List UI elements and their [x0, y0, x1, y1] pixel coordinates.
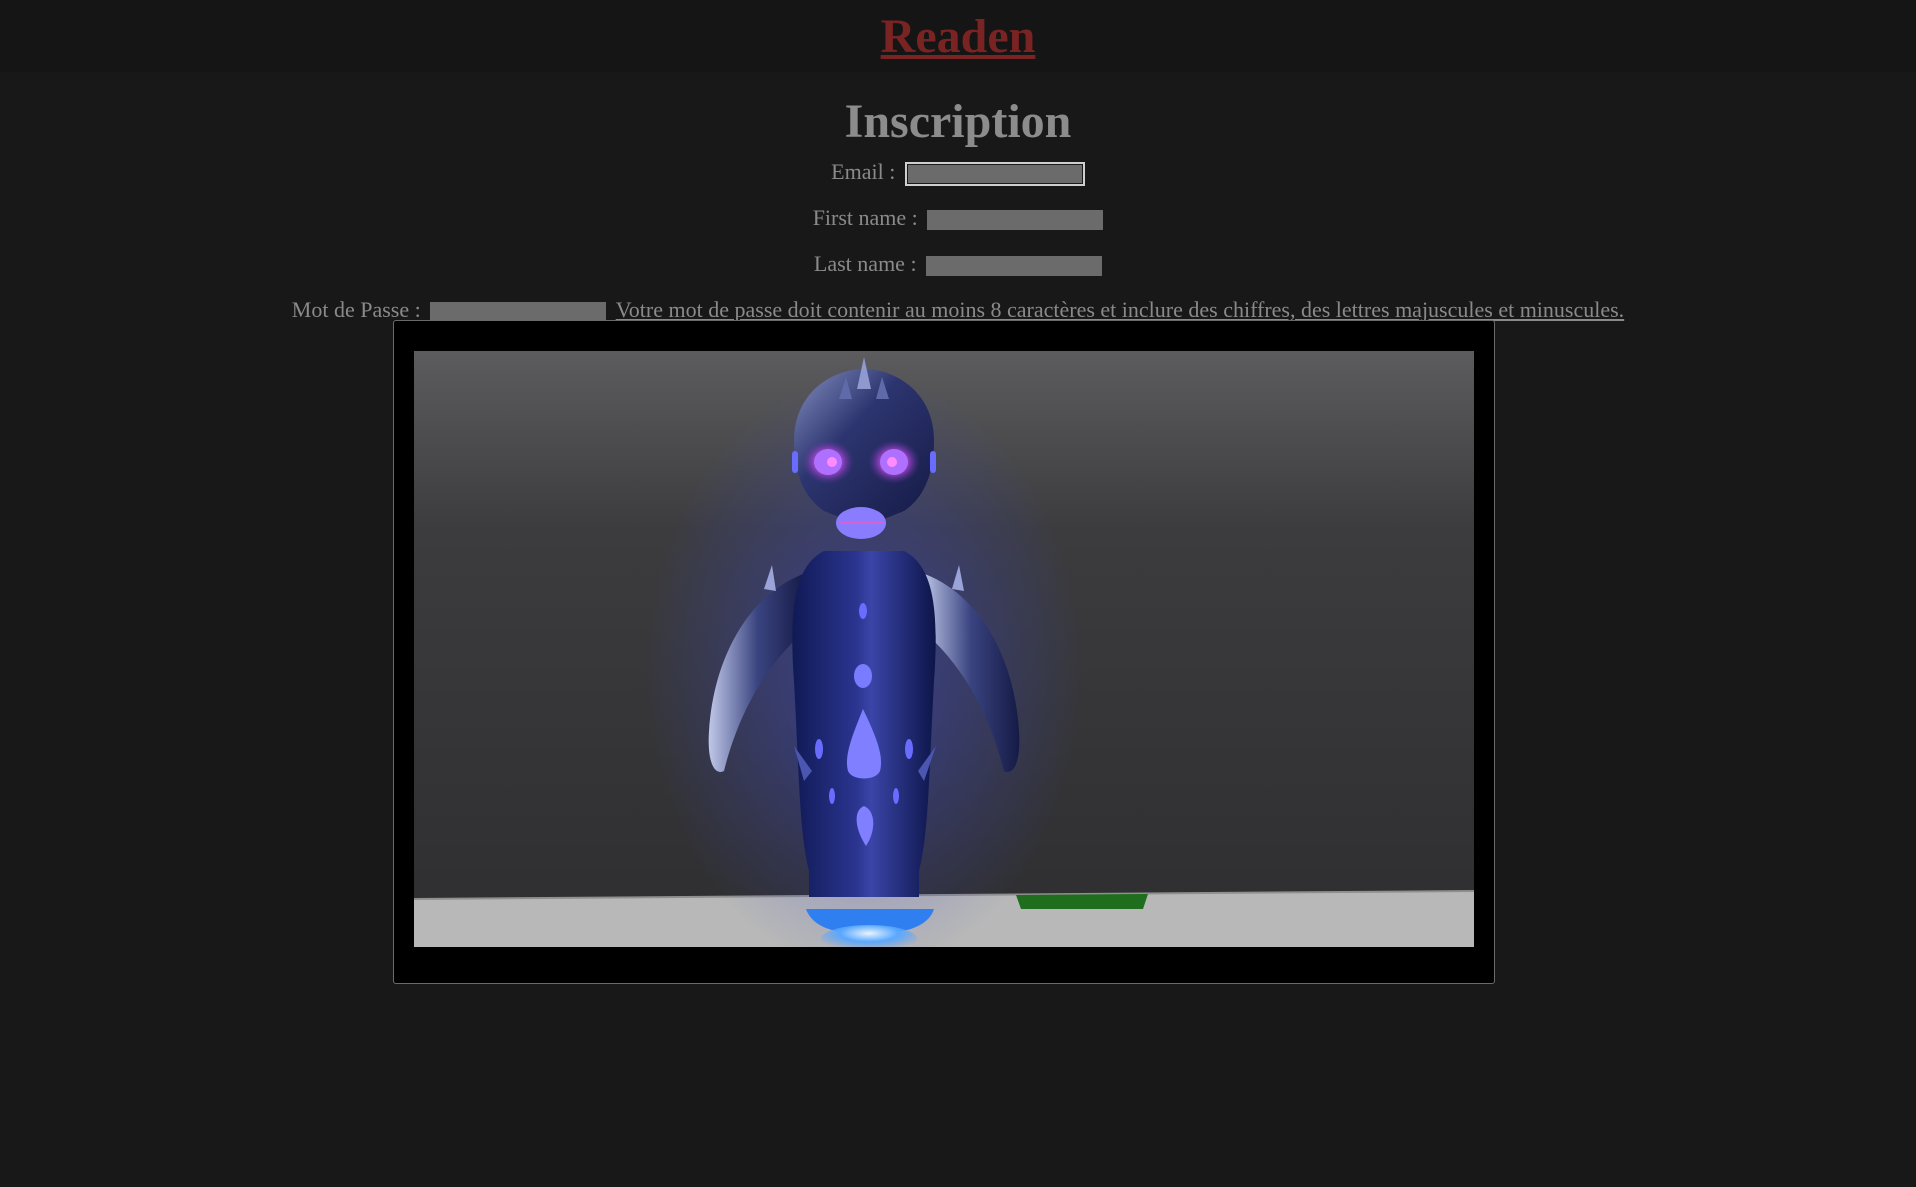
first-name-label: First name :: [812, 205, 918, 230]
page-title: Inscription: [844, 95, 1072, 148]
first-name-input[interactable]: [927, 209, 1104, 230]
email-label: Email :: [831, 159, 896, 184]
top-bar: Readen: [0, 0, 1916, 72]
password-label: Mot de Passe :: [291, 297, 421, 322]
site-logo-link[interactable]: Readen: [881, 10, 1036, 64]
email-row: Email :: [0, 159, 1916, 186]
video-player[interactable]: [393, 320, 1495, 984]
robot-scene-view[interactable]: [414, 351, 1474, 947]
last-name-input[interactable]: [926, 255, 1103, 276]
password-hint-link[interactable]: Votre mot de passe doit contenir au moin…: [616, 297, 1624, 322]
last-name-row: Last name :: [0, 251, 1916, 277]
last-name-label: Last name :: [813, 251, 917, 276]
glowing-robot-3d-render: [414, 351, 1474, 947]
password-input[interactable]: [430, 301, 607, 322]
email-input[interactable]: [904, 161, 1085, 186]
first-name-row: First name :: [0, 205, 1916, 231]
